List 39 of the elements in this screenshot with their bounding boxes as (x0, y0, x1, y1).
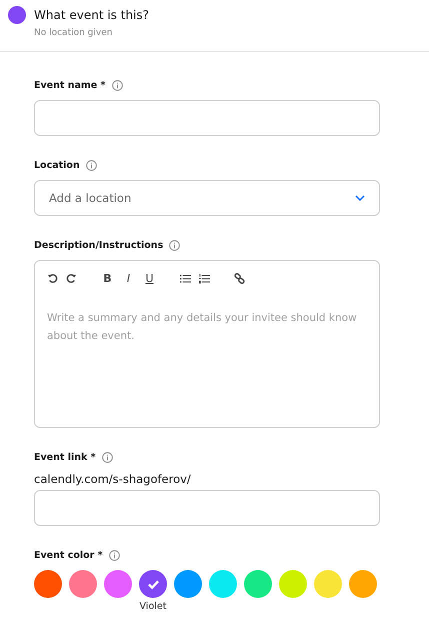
numbered-list-icon[interactable] (199, 272, 210, 284)
color-name: Violet (140, 601, 166, 612)
color-swatch[interactable] (174, 570, 202, 598)
event-color-dot (8, 6, 26, 24)
description-field[interactable]: B I U Write a summary and any details your invitee should know about the event. (34, 260, 380, 428)
redo-icon[interactable] (66, 272, 77, 284)
field-label: Location (34, 160, 80, 170)
format-button[interactable]: I (122, 272, 135, 284)
color-swatch[interactable] (279, 570, 307, 598)
location-summary: No location given (34, 28, 114, 38)
event-link-field[interactable] (34, 490, 380, 526)
event-title: What event is this? (34, 8, 150, 22)
info-icon[interactable] (112, 80, 123, 90)
link-prefix: calendly.com/s-shagoferov/ (34, 472, 192, 486)
location-dropdown[interactable]: Add a location (34, 180, 380, 216)
format-button[interactable]: B (101, 272, 114, 284)
color-swatch[interactable] (314, 570, 342, 598)
color-swatch[interactable] (34, 570, 62, 598)
field-label: Event link * (34, 452, 96, 462)
field-label: Event color * (34, 550, 103, 560)
color-swatch[interactable] (104, 570, 132, 598)
info-icon[interactable] (169, 240, 180, 250)
bulleted-list-icon[interactable] (180, 272, 191, 284)
color-swatch[interactable] (69, 570, 97, 598)
color-swatch[interactable] (349, 570, 377, 598)
info-icon[interactable] (108, 550, 120, 560)
description-placeholder: Write a summary and any details your invitee should know about the event. (47, 311, 358, 344)
field-label: Event name * (34, 80, 106, 90)
format-button[interactable]: U (143, 272, 156, 284)
link-icon[interactable] (234, 272, 245, 284)
undo-icon[interactable] (47, 272, 58, 284)
field-label: Description/Instructions (34, 240, 164, 250)
color-swatch[interactable] (209, 570, 237, 598)
chevron-down-icon[interactable] (355, 195, 365, 201)
color-swatch[interactable] (139, 570, 167, 598)
event-name-field[interactable] (34, 100, 380, 136)
color-swatch[interactable] (244, 570, 272, 598)
info-icon[interactable] (86, 160, 97, 170)
info-icon[interactable] (102, 452, 113, 462)
